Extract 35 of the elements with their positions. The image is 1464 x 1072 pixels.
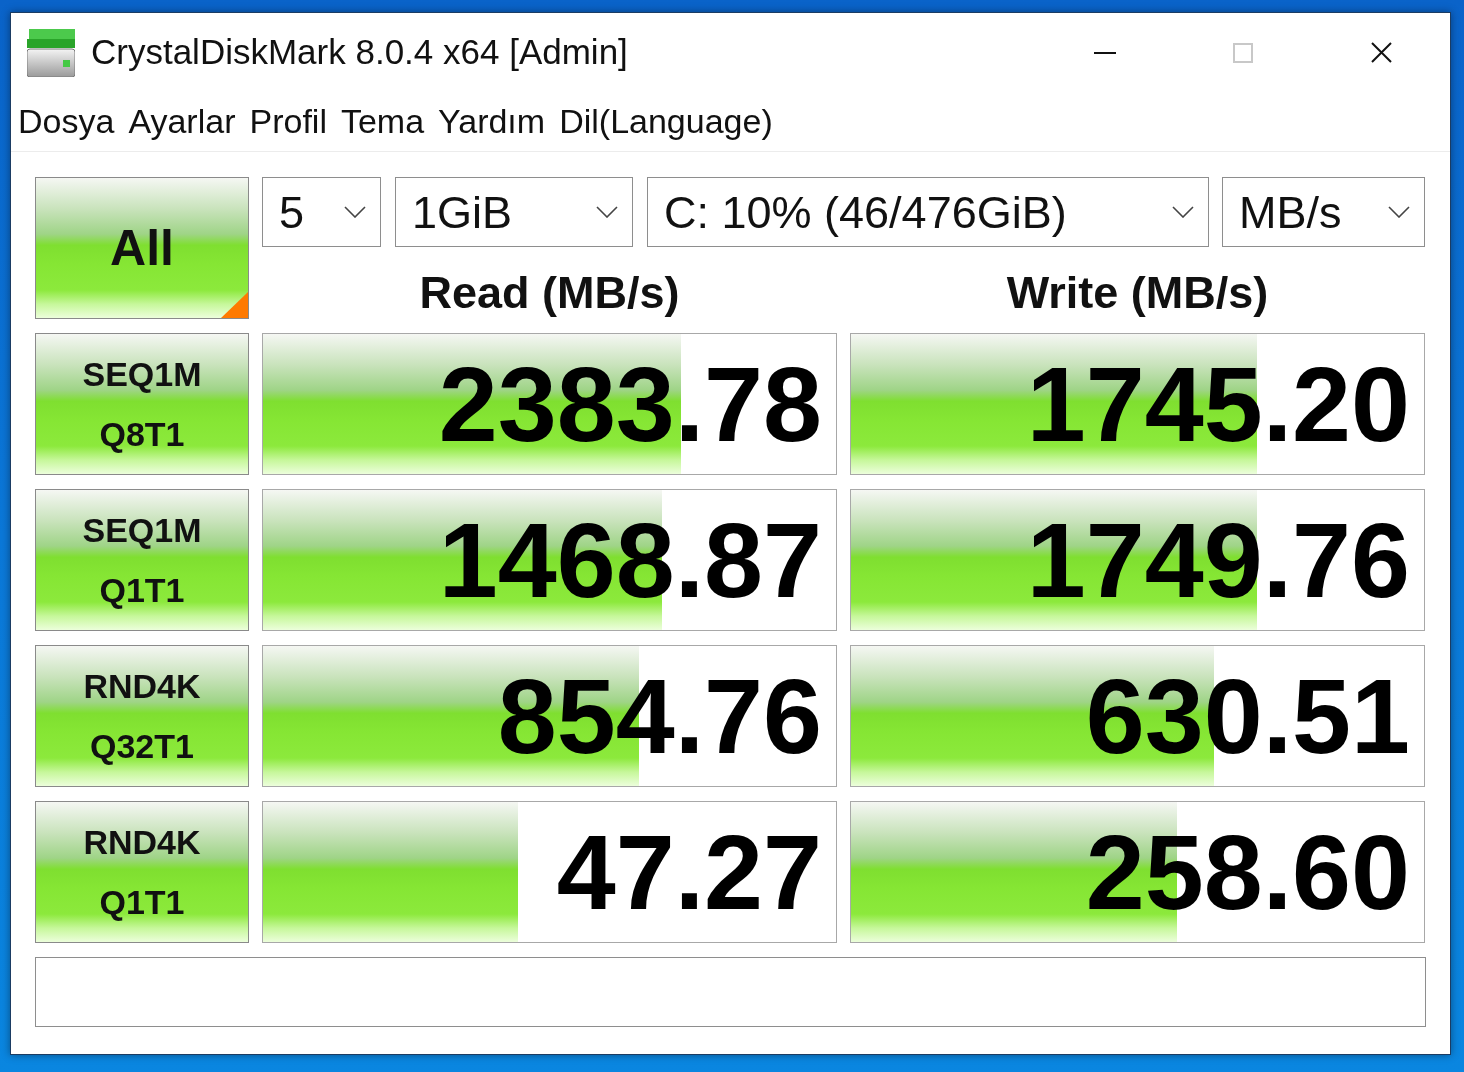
dropdown[interactable]: 1GiB <box>395 177 633 247</box>
menu-item[interactable]: Ayarlar <box>128 96 236 147</box>
minimize-icon <box>1094 51 1116 54</box>
test-button[interactable]: RND4K Q1T1 <box>35 801 249 943</box>
close-icon <box>1370 42 1392 63</box>
result-value: 47.27 <box>556 819 823 925</box>
window-title: CrystalDiskMark 8.0.4 x64 [Admin] <box>91 31 628 74</box>
chevron-down-icon <box>344 206 366 218</box>
result-value: 854.76 <box>497 663 823 769</box>
column-header: Write (MB/s) <box>1006 270 1269 315</box>
result-value: 258.60 <box>1085 819 1411 925</box>
result-value: 1745.20 <box>1026 351 1411 457</box>
menu-item[interactable]: Dosya <box>18 96 115 147</box>
column-header: Read (MB/s) <box>419 270 680 315</box>
all-button[interactable]: All <box>35 177 249 319</box>
menu-item[interactable]: Yardım <box>438 96 546 147</box>
maximize-icon <box>1233 42 1253 63</box>
test-button[interactable]: RND4K Q32T1 <box>35 645 249 787</box>
menu-item[interactable]: Tema <box>340 96 425 147</box>
dropdown[interactable]: C: 10% (46/476GiB) <box>647 177 1209 247</box>
corner-triangle-icon <box>221 292 248 318</box>
menu-item[interactable]: Dil(Language) <box>559 96 773 147</box>
drive-icon <box>27 28 75 77</box>
menu-item[interactable]: Profil <box>249 96 327 147</box>
chevron-down-icon <box>596 206 618 218</box>
chevron-down-icon <box>1172 206 1194 218</box>
test-button[interactable]: SEQ1M Q8T1 <box>35 333 249 475</box>
dropdown[interactable]: 5 <box>262 177 381 247</box>
result-value: 630.51 <box>1085 663 1411 769</box>
chevron-down-icon <box>1388 206 1410 218</box>
result-value: 1749.76 <box>1026 507 1411 613</box>
test-button[interactable]: SEQ1M Q1T1 <box>35 489 249 631</box>
comment-field[interactable] <box>35 957 1426 1027</box>
result-value: 1468.87 <box>438 507 823 613</box>
dropdown[interactable]: MB/s <box>1222 177 1425 247</box>
